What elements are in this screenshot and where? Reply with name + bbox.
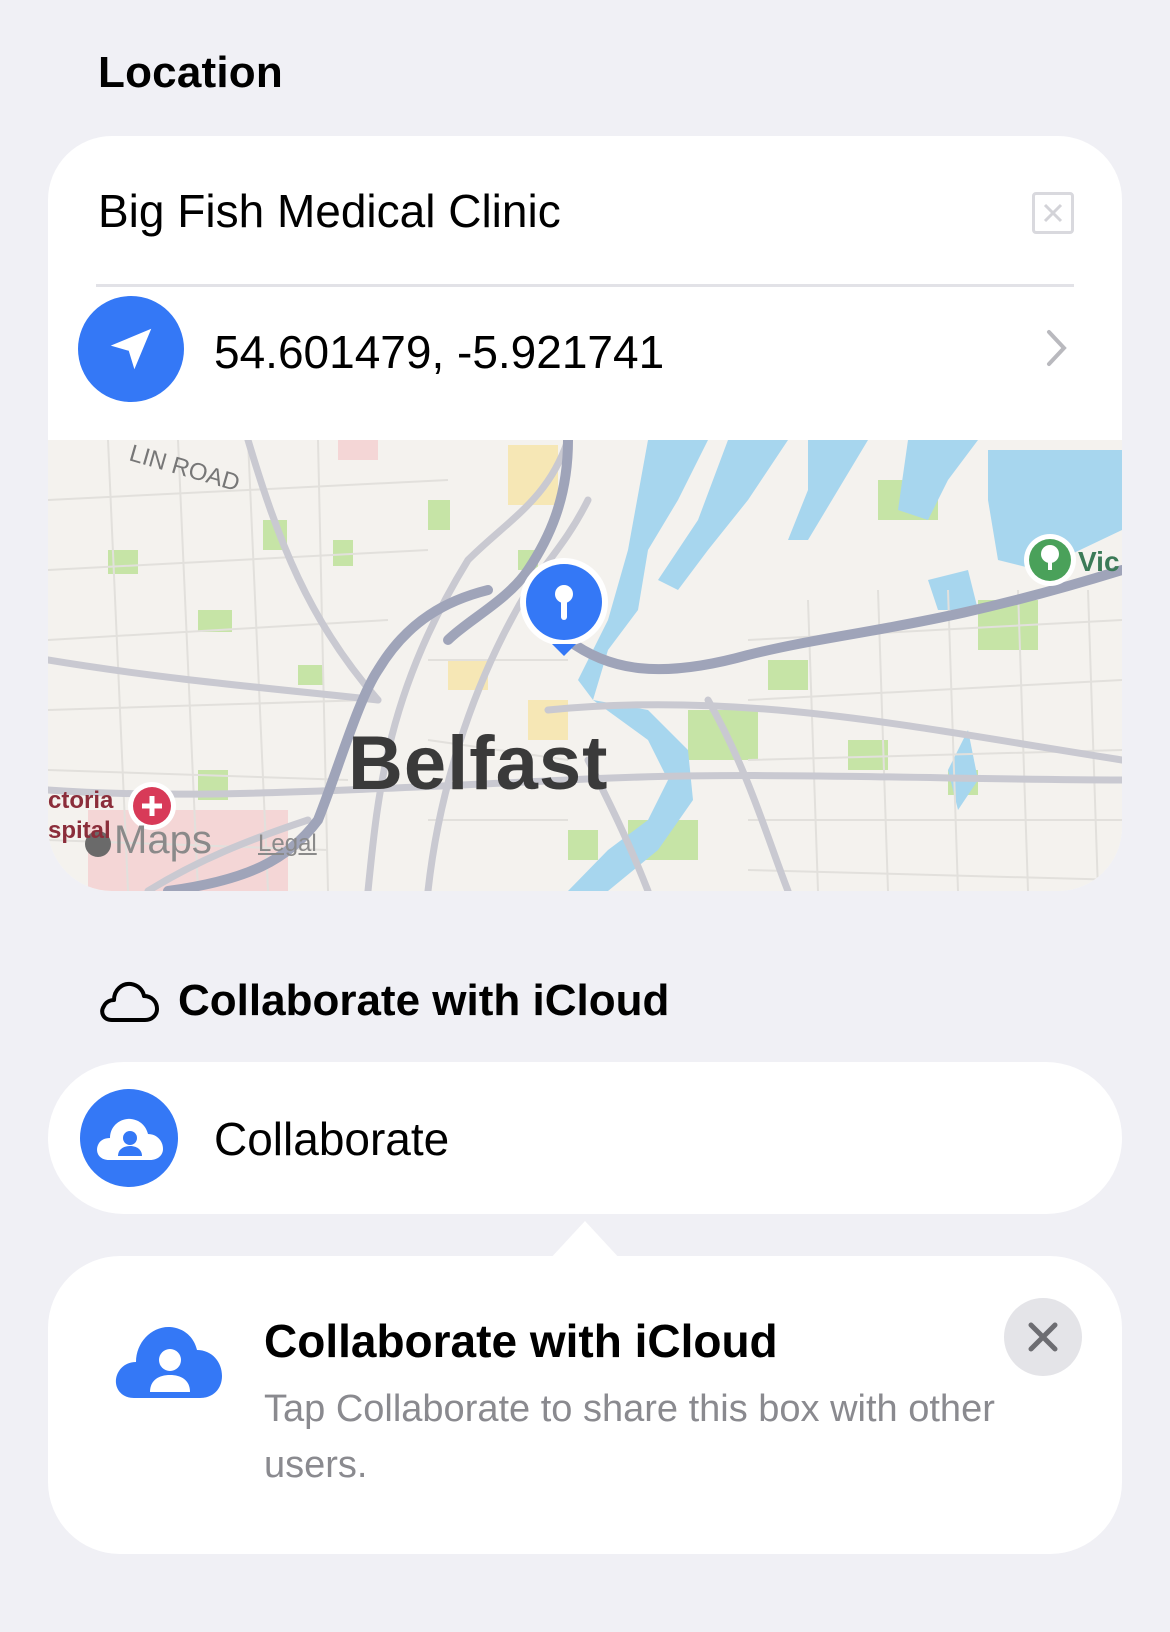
collaborate-button[interactable]: Collaborate [48, 1062, 1122, 1214]
cloud-icon [98, 978, 160, 1029]
location-arrow-icon [78, 296, 184, 402]
collaborate-label: Collaborate [214, 1113, 450, 1165]
location-name-text: Big Fish Medical Clinic [98, 185, 561, 237]
collaborate-tip-popover: Collaborate with iCloud Tap Collaborate … [48, 1256, 1122, 1554]
divider [96, 284, 1074, 287]
map-poi-label-right: Vic [1078, 546, 1120, 577]
location-map[interactable]: LIN ROAD Belfast Vic ctoria spital Maps L… [48, 440, 1122, 891]
location-card: Big Fish Medical Clinic 54.601479, -5.92… [48, 136, 1122, 891]
map-city-label: Belfast [348, 721, 609, 806]
location-name-field[interactable]: Big Fish Medical Clinic [48, 136, 1122, 286]
map-poi-label-left: ctoria spital [48, 787, 114, 844]
location-section-title: Location [98, 48, 283, 97]
cloud-person-icon [112, 1320, 224, 1405]
tip-body: Tap Collaborate to share this box with o… [264, 1388, 995, 1486]
icloud-section-title: Collaborate with iCloud [178, 976, 670, 1025]
close-icon[interactable] [1004, 1298, 1082, 1376]
chevron-right-icon [1044, 326, 1070, 375]
park-poi-icon [1024, 534, 1076, 586]
coordinates-text: 54.601479, -5.921741 [214, 326, 665, 378]
tip-title: Collaborate with iCloud [264, 1315, 778, 1367]
apple-maps-logo: Maps [114, 818, 212, 862]
cloud-person-icon [80, 1089, 178, 1187]
clear-location-icon[interactable] [1032, 192, 1074, 234]
legal-link[interactable]: Legal [258, 830, 317, 858]
